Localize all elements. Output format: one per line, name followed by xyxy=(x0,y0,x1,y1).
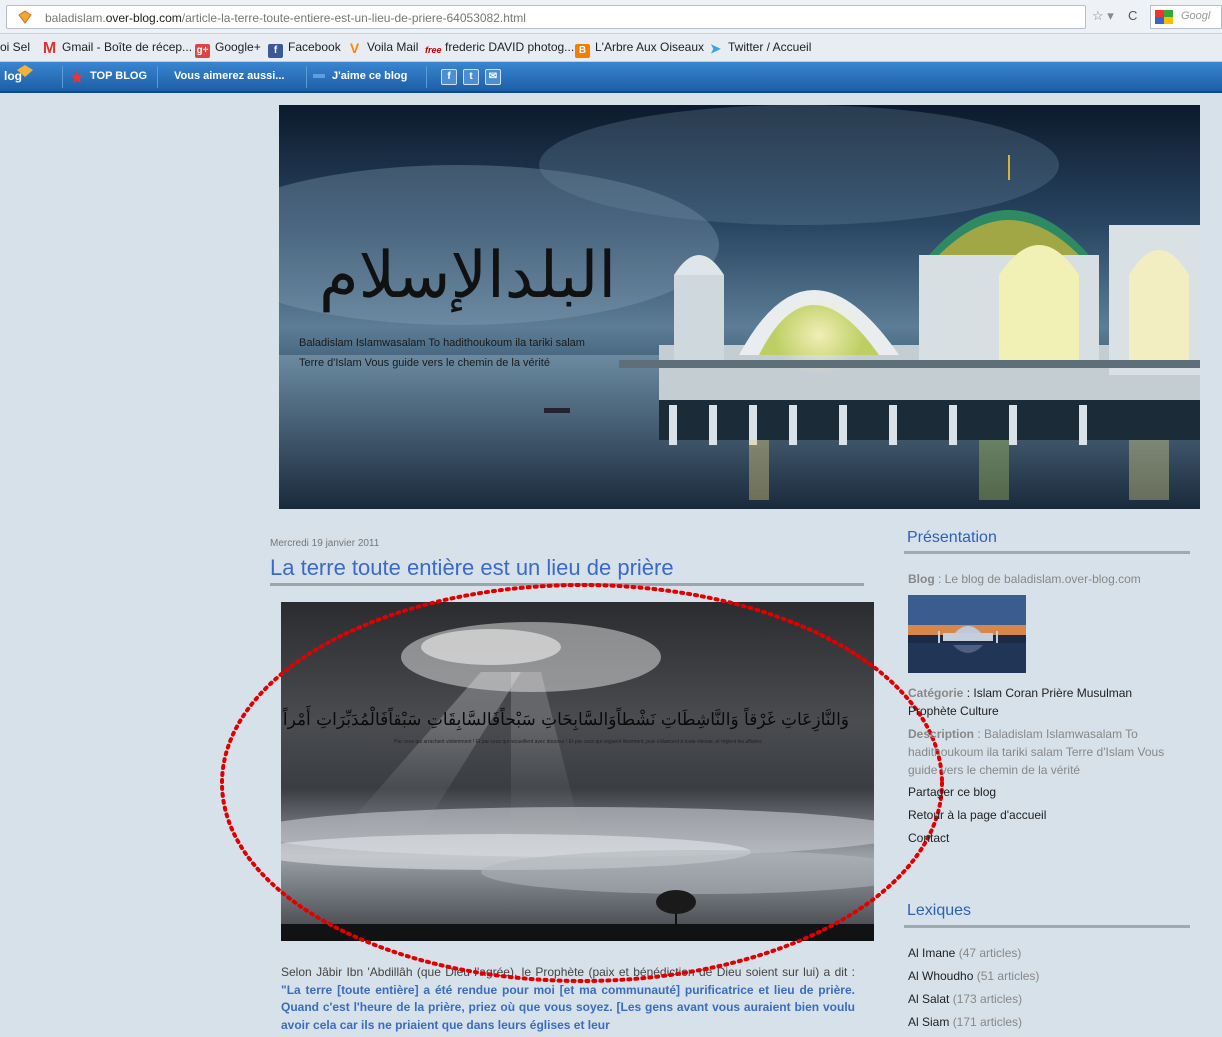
blog-banner[interactable]: البلدالإسلام Baladislam Islamwasalam To … xyxy=(279,105,1200,509)
toolbar-divider xyxy=(306,66,307,88)
facebook-icon: f xyxy=(268,44,283,58)
url-actions: ☆ ▾ C Googl xyxy=(1086,5,1222,29)
banner-title: البلدالإسلام xyxy=(319,239,617,313)
lexique-item[interactable]: Al Whoudho (51 articles) xyxy=(908,969,1039,983)
partager-link[interactable]: Partager ce blog xyxy=(908,785,996,799)
bookmark-star-icon[interactable]: ☆ ▾ xyxy=(1092,8,1114,24)
lexique-item[interactable]: Al Siam (171 articles) xyxy=(908,1015,1022,1029)
search-placeholder: Googl xyxy=(1181,10,1211,22)
toolbar-divider xyxy=(62,66,63,88)
description-info-line3: guide vers le chemin de la vérité xyxy=(908,763,1081,777)
twitter-icon: ➤ xyxy=(710,41,721,56)
toolbar-divider xyxy=(157,66,158,88)
sky-sunrays-image xyxy=(281,602,874,941)
search-engine-box[interactable]: Googl xyxy=(1150,5,1222,29)
bookmark-twitter[interactable]: ➤ Twitter / Accueil xyxy=(708,40,811,56)
google-icon xyxy=(1155,10,1173,24)
post-title[interactable]: La terre toute entière est un lieu de pr… xyxy=(270,555,674,581)
mosque-thumbnail-image xyxy=(908,595,1026,673)
overblog-toolbar: log TOP BLOG Vous aimerez aussi... J'aim… xyxy=(0,62,1222,93)
post-body: Selon Jâbir Ibn 'Abdillâh (que Dieu l'ag… xyxy=(281,964,855,1034)
lexiques-divider xyxy=(904,925,1190,928)
address-field[interactable]: baladislam.over-blog.com/article-la-terr… xyxy=(6,5,1086,29)
post-body-intro: Selon Jâbir Ibn 'Abdillâh (que Dieu l'ag… xyxy=(281,965,855,979)
categorie-info: Catégorie : Islam Coran Prière Musulman xyxy=(908,686,1133,700)
description-info: Description : Baladislam Islamwasalam To xyxy=(908,727,1138,741)
google-plus-icon: g+ xyxy=(195,44,210,58)
share-facebook-icon[interactable]: f xyxy=(441,69,457,85)
lexique-item[interactable]: Al Imane (47 articles) xyxy=(908,946,1021,960)
banner-subtitle-line1: Baladislam Islamwasalam To hadithoukoum … xyxy=(299,337,585,349)
jaime-ce-blog-link[interactable]: J'aime ce blog xyxy=(332,70,407,82)
description-info-line2: hadithoukoum ila tariki salam Terre d'Is… xyxy=(908,745,1165,759)
blog-info: Blog : Le blog de baladislam.over-blog.c… xyxy=(908,572,1141,586)
image-verse-arabic: وَالنَّازِعَاتِ غَرْقاً وَالنَّاشِطَاتِ … xyxy=(282,710,849,730)
retour-accueil-link[interactable]: Retour à la page d'accueil xyxy=(908,808,1046,822)
top-blog-link[interactable]: TOP BLOG xyxy=(90,70,147,82)
bookmark-google-plus[interactable]: g+ Google+ xyxy=(195,40,261,58)
bookmark-frederic-david[interactable]: free frederic DAVID photog... xyxy=(425,40,574,57)
post-date: Mercredi 19 janvier 2011 xyxy=(270,538,380,549)
title-divider xyxy=(270,583,864,586)
lexique-item[interactable]: Al Salat (173 articles) xyxy=(908,992,1022,1006)
categorie-info-line2: Prophète Culture xyxy=(908,704,999,718)
banner-subtitle-line2: Terre d'Islam Vous guide vers le chemin … xyxy=(299,357,550,369)
gmail-icon: M xyxy=(42,40,57,57)
lexiques-heading: Lexiques xyxy=(907,902,972,919)
presentation-heading: Présentation xyxy=(907,529,997,546)
bookmark-oi-sel[interactable]: oi Sel xyxy=(0,40,30,54)
bookmarks-bar: oi Sel M Gmail - Boîte de récep... g+ Goog… xyxy=(0,34,1222,62)
image-verse-french: Par ceux qui arrachent violemment ! Et p… xyxy=(394,739,762,745)
blog-thumbnail[interactable] xyxy=(908,595,1026,673)
hadith-quote: "La terre [toute entière] a été rendue p… xyxy=(281,982,855,1032)
browser-url-bar: baladislam.over-blog.com/article-la-terr… xyxy=(0,0,1222,34)
contact-link[interactable]: Contact xyxy=(908,831,949,845)
share-twitter-icon[interactable]: t xyxy=(463,69,479,85)
bookmark-gmail[interactable]: M Gmail - Boîte de récep... xyxy=(42,40,192,57)
url-text: baladislam.over-blog.com/article-la-terr… xyxy=(45,11,526,25)
vous-aimerez-link[interactable]: Vous aimerez aussi... xyxy=(174,70,284,82)
bookmark-arbre-aux-oiseaux[interactable]: B L'Arbre Aux Oiseaux xyxy=(575,40,704,58)
overblog-logo-icon xyxy=(17,65,33,77)
top-blog-icon xyxy=(71,71,83,83)
presentation-divider xyxy=(904,551,1190,554)
voila-icon: V xyxy=(349,40,360,56)
post-image[interactable]: وَالنَّازِعَاتِ غَرْقاً وَالنَّاشِطَاتِ … xyxy=(281,602,874,941)
share-email-icon[interactable]: ✉ xyxy=(485,69,501,85)
free-icon: free xyxy=(425,45,442,55)
toolbar-divider xyxy=(426,66,427,88)
reload-icon[interactable]: C xyxy=(1128,8,1137,23)
like-icon xyxy=(313,74,325,78)
bookmark-voila-mail[interactable]: V Voila Mail xyxy=(347,40,419,56)
site-favicon-icon xyxy=(18,10,32,24)
bookmark-facebook[interactable]: f Facebook xyxy=(268,40,341,58)
blogger-icon: B xyxy=(575,44,590,58)
